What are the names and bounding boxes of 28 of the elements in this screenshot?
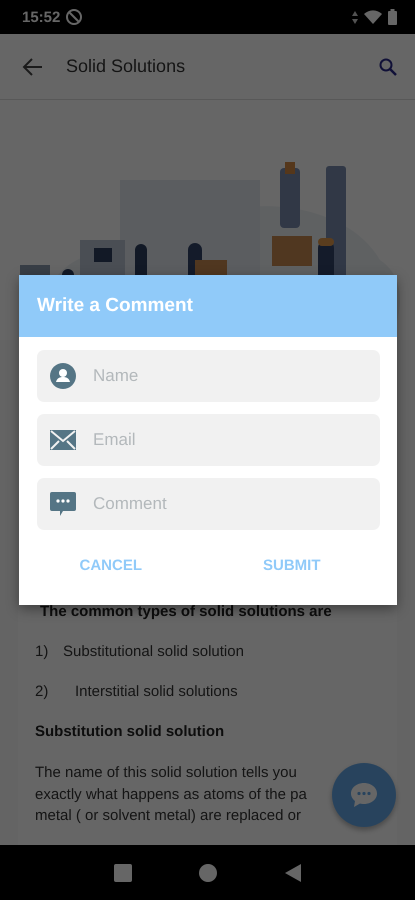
screen-title: Solid Solutions xyxy=(66,56,186,77)
speech-bubble-icon xyxy=(350,782,378,808)
speech-bubble-icon xyxy=(50,491,76,517)
list-number: 2) xyxy=(35,682,50,702)
wifi-icon xyxy=(364,10,382,24)
person-icon xyxy=(50,363,76,389)
list-item-text: Interstitial solid solutions xyxy=(75,682,238,702)
list-number: 1) xyxy=(35,642,50,662)
recents-icon[interactable] xyxy=(114,864,132,882)
name-field[interactable]: Name xyxy=(37,350,380,402)
dialog-title: Write a Comment xyxy=(37,295,193,317)
cancel-button[interactable]: CANCEL xyxy=(70,550,152,580)
list-item-text: Substitutional solid solution xyxy=(63,642,244,662)
email-field[interactable]: Email xyxy=(37,414,380,466)
submit-button[interactable]: SUBMIT xyxy=(253,550,330,580)
article-paragraph: The name of this solid solution tells you exactly what happens as atoms of the pa metal ( or solvent metal) are replaced or xyxy=(35,763,308,826)
home-icon[interactable] xyxy=(199,864,218,882)
status-time: 15:52 xyxy=(22,8,60,26)
section-heading: Substitution solid solution xyxy=(35,722,226,742)
search-button[interactable] xyxy=(379,58,397,76)
article-heading: The common types of solid solutions are xyxy=(40,602,333,622)
comment-field[interactable]: Comment xyxy=(37,478,380,530)
back-icon[interactable] xyxy=(285,864,302,882)
sync-off-icon xyxy=(66,9,82,25)
data-arrows-icon xyxy=(352,10,358,24)
back-button[interactable] xyxy=(22,56,44,78)
battery-icon xyxy=(388,9,397,25)
envelope-icon xyxy=(50,430,76,450)
